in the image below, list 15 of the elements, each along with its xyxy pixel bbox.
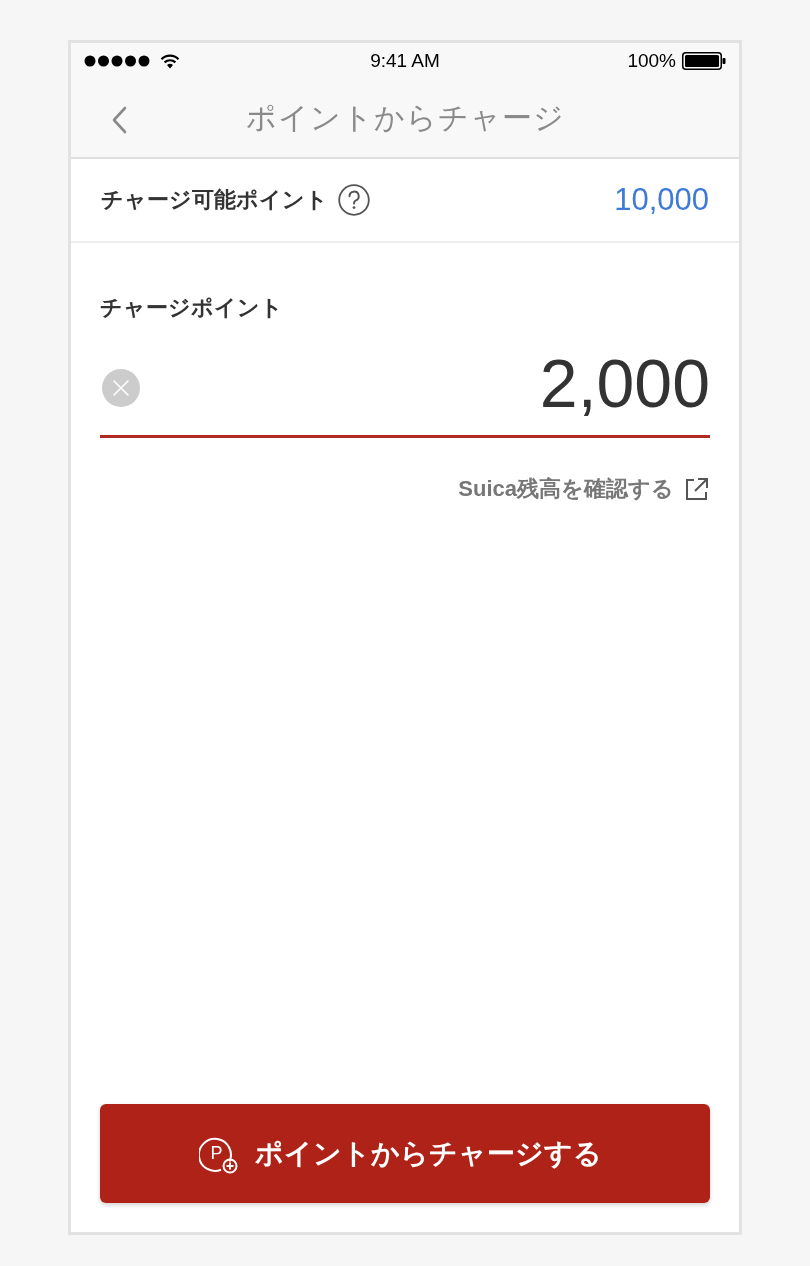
charge-point-input[interactable]: 2,000	[140, 345, 710, 421]
available-points-value: 10,000	[614, 182, 709, 218]
available-points-label: チャージ可能ポイント	[101, 186, 328, 214]
wifi-icon	[160, 53, 180, 69]
charge-point-label: チャージポイント	[100, 294, 283, 322]
status-time: 9:41 AM	[370, 50, 440, 72]
battery-icon	[682, 52, 726, 70]
help-icon[interactable]	[338, 184, 370, 216]
charge-from-points-button[interactable]: P ポイントからチャージする	[100, 1104, 710, 1203]
battery-percent: 100%	[627, 50, 676, 72]
signal-icon	[84, 55, 150, 67]
external-link-icon[interactable]	[684, 476, 710, 502]
chevron-left-icon	[111, 106, 127, 134]
suica-balance-link[interactable]: Suica残高を確認する	[458, 474, 674, 504]
page-title: ポイントからチャージ	[245, 99, 565, 136]
